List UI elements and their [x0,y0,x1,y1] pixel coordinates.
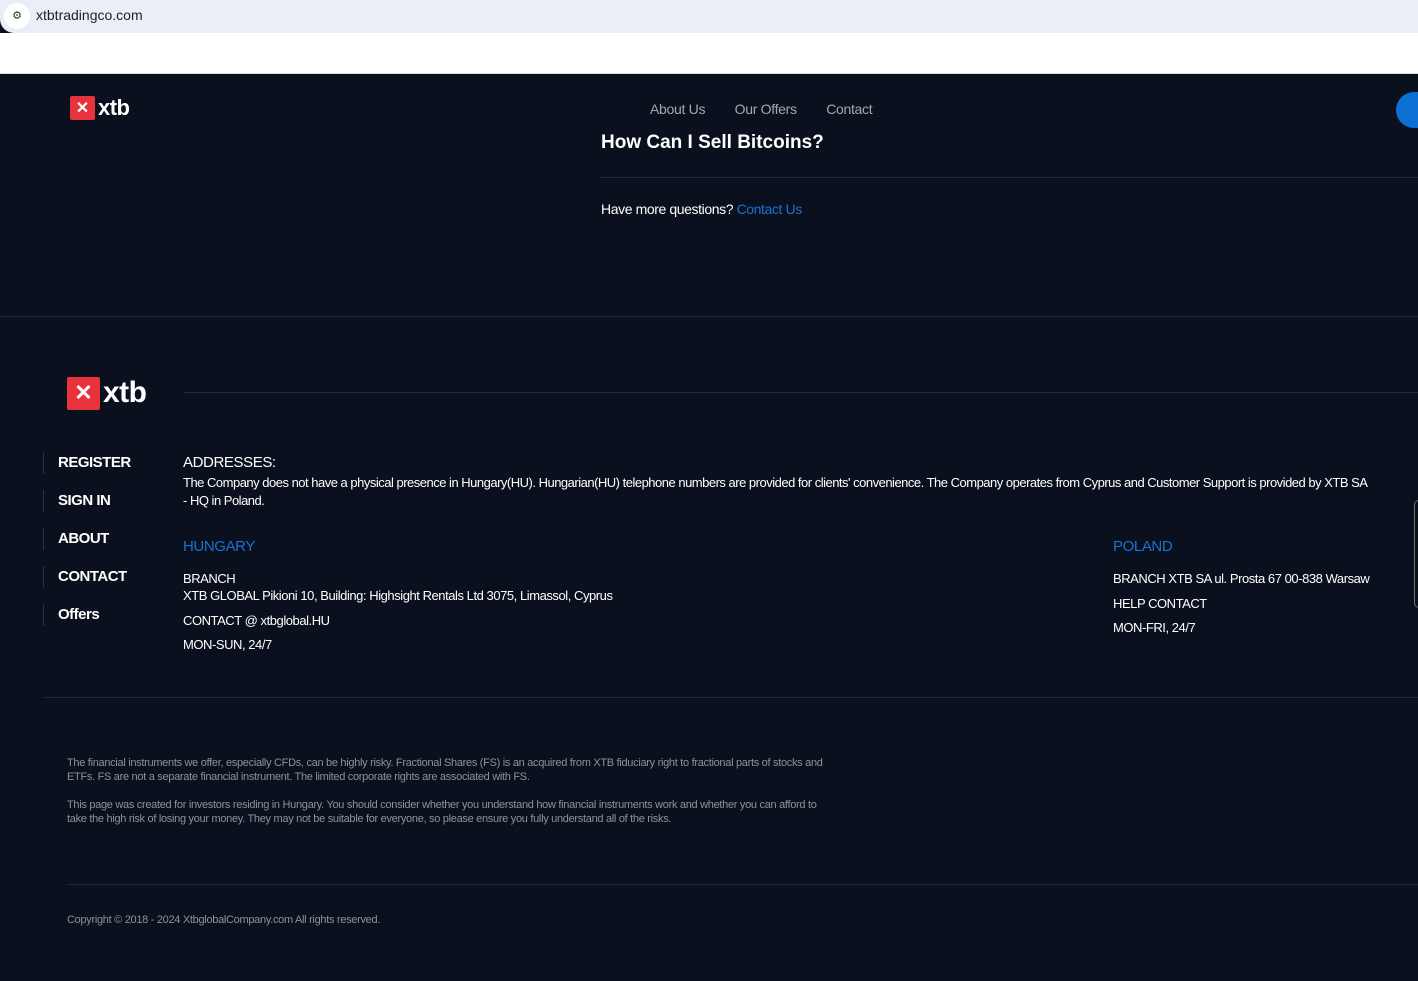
hungary-contact: CONTACT @ xtbglobal.HU [183,613,330,628]
more-questions-text: Have more questions? [601,201,734,217]
xtb-logo-icon: ✕ [67,376,100,410]
tune-icon[interactable]: ⚙ [4,3,30,29]
poland-branch: BRANCH XTB SA ul. Prosta 67 00-838 Warsa… [1113,571,1370,586]
site-header: ✕ xtb About Us Our Offers Contact [0,74,1418,128]
main-nav: About Us Our Offers Contact [650,101,897,119]
browser-toolbar-space [0,33,1418,74]
nav-contact[interactable]: Contact [826,101,872,117]
hungary-branch-label: BRANCH [183,571,236,586]
footer-side-links: REGISTER SIGN IN ABOUT CONTACT Offers [43,452,131,642]
browser-address-bar[interactable]: ⚙ xtbtradingco.com [0,0,1418,33]
footer-logo-text: xtb [103,376,147,409]
hungary-title: HUNGARY [183,538,255,555]
poland-contact: HELP CONTACT [1113,596,1207,611]
disclaimer-hungary: This page was created for investors resi… [67,799,817,825]
poland-title: POLAND [1113,538,1173,555]
logo-text: xtb [98,95,130,120]
footer-link-contact[interactable]: CONTACT [43,566,131,588]
faq-question[interactable]: How Can I Sell Bitcoins? [601,132,824,150]
xtb-logo-icon: ✕ [70,96,95,120]
hungary-hours: MON-SUN, 24/7 [183,637,272,652]
side-widget-edge[interactable] [1414,500,1418,608]
contact-us-link[interactable]: Contact Us [737,201,803,217]
more-questions: Have more questions? Contact Us [601,201,802,217]
nav-about-us[interactable]: About Us [650,101,705,117]
addresses-title: ADDRESSES: [183,454,276,471]
disclaimer-risk: The financial instruments we offer, espe… [67,757,823,783]
footer-link-register[interactable]: REGISTER [43,452,131,474]
footer-link-offers[interactable]: Offers [43,604,131,626]
header-logo[interactable]: ✕ xtb [70,95,130,121]
faq-question-clip: How Can I Sell Bitcoins? [601,128,1201,150]
header-cta-button[interactable] [1396,92,1418,128]
copyright: Copyright © 2018 - 2024 XtbglobalCompany… [67,914,381,926]
poland-hours: MON-FRI, 24/7 [1113,620,1196,635]
addresses-text: The Company does not have a physical pre… [183,475,1367,508]
nav-our-offers[interactable]: Our Offers [735,101,797,117]
footer-logo[interactable]: ✕ xtb [67,376,147,410]
url-text[interactable]: xtbtradingco.com [36,7,143,23]
footer-link-about[interactable]: ABOUT [43,528,131,550]
hungary-branch: XTB GLOBAL Pikioni 10, Building: Highsig… [183,588,613,603]
footer-link-sign-in[interactable]: SIGN IN [43,490,131,512]
